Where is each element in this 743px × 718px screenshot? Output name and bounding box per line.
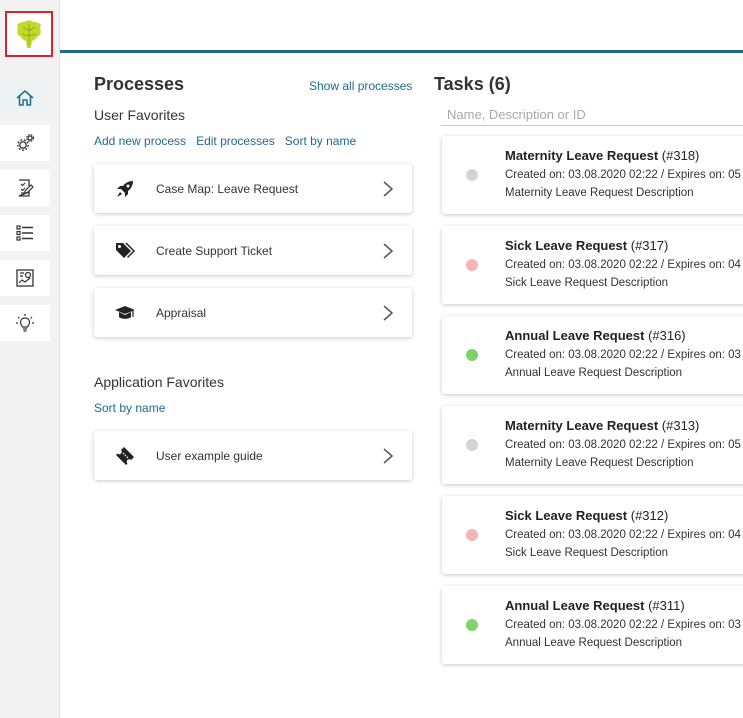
task-dates: Created on: 03.08.2020 02:22 / Expires o… — [505, 349, 741, 361]
task-description: Sick Leave Request Description — [505, 547, 668, 559]
task-id: (#311) — [648, 598, 685, 613]
top-header-bar — [60, 0, 743, 53]
sidebar-item-ideas[interactable] — [0, 305, 50, 341]
task-card[interactable]: Maternity Leave Request (#313) Created on… — [442, 406, 743, 484]
task-description: Maternity Leave Request Description — [505, 187, 694, 199]
process-card-case-map[interactable]: Case Map: Leave Request — [94, 164, 412, 213]
task-description: Sick Leave Request Description — [505, 277, 668, 289]
task-status-dot — [466, 619, 478, 631]
sort-by-name-link[interactable]: Sort by name — [285, 134, 356, 148]
task-id: (#317) — [630, 238, 669, 253]
graduation-cap-icon — [115, 305, 135, 319]
user-favorites-actions: Add new process Edit processes Sort by n… — [94, 134, 356, 148]
app-card-user-example-guide[interactable]: User example guide — [94, 431, 412, 480]
task-name: Sick Leave Request (#312) — [505, 508, 668, 523]
settings-gears-icon — [17, 133, 35, 151]
sidebar-item-statistics[interactable] — [0, 260, 50, 296]
process-label: Appraisal — [156, 305, 207, 320]
task-dates: Created on: 03.08.2020 02:22 / Expires o… — [505, 529, 741, 541]
task-card[interactable]: Annual Leave Request (#311) Created on: 0… — [442, 586, 743, 664]
tags-icon — [116, 242, 135, 258]
list-icon — [16, 225, 33, 241]
sidebar-item-cases[interactable] — [0, 215, 50, 251]
add-new-process-link[interactable]: Add new process — [94, 134, 186, 148]
task-id: (#318) — [661, 148, 700, 163]
processes-title: Processes — [94, 74, 185, 94]
task-title: Maternity Leave Request — [505, 148, 659, 163]
task-name: Maternity Leave Request (#313) — [505, 418, 699, 433]
task-title: Annual Leave Request — [505, 598, 645, 613]
rocket-icon — [117, 180, 133, 197]
chevron-right-icon — [383, 242, 394, 259]
task-id: (#312) — [630, 508, 669, 523]
task-dates: Created on: 03.08.2020 02:22 / Expires o… — [505, 259, 741, 271]
process-card-appraisal[interactable]: Appraisal — [94, 288, 412, 337]
process-card-support-ticket[interactable]: Create Support Ticket — [94, 226, 412, 275]
sidebar-item-processes[interactable] — [0, 125, 50, 161]
task-checklist-icon — [18, 179, 34, 197]
sidebar-item-home[interactable] — [0, 80, 50, 116]
task-card[interactable]: Maternity Leave Request (#318) Created on… — [442, 136, 743, 214]
task-status-dot — [466, 169, 478, 181]
sidebar-nav — [0, 80, 50, 350]
app-sort-by-name-link[interactable]: Sort by name — [94, 401, 165, 415]
task-name: Sick Leave Request (#317) — [505, 238, 668, 253]
task-title: Sick Leave Request — [505, 508, 628, 523]
ticket-icon — [116, 446, 134, 465]
task-title: Annual Leave Request — [505, 328, 645, 343]
task-status-dot — [466, 439, 478, 451]
task-card[interactable]: Sick Leave Request (#312) Created on: 03.… — [442, 496, 743, 574]
process-label: User example guide — [156, 448, 263, 463]
task-name: Maternity Leave Request (#318) — [505, 148, 699, 163]
process-label: Case Map: Leave Request — [156, 181, 299, 196]
edit-processes-link[interactable]: Edit processes — [196, 134, 275, 148]
dashboard-report-icon — [16, 269, 34, 287]
chevron-right-icon — [383, 304, 394, 321]
task-status-dot — [466, 529, 478, 541]
chevron-right-icon — [383, 447, 394, 464]
task-search-input[interactable] — [441, 104, 743, 126]
task-dates: Created on: 03.08.2020 02:22 / Expires o… — [505, 619, 741, 631]
task-description: Annual Leave Request Description — [505, 367, 683, 379]
task-card[interactable]: Sick Leave Request (#317) Created on: 03.… — [442, 226, 743, 304]
task-status-dot — [466, 259, 478, 271]
task-name: Annual Leave Request (#311) — [505, 598, 685, 613]
sidebar — [0, 0, 60, 718]
task-id: (#313) — [661, 418, 700, 433]
task-card[interactable]: Annual Leave Request (#316) Created on: 0… — [442, 316, 743, 394]
show-all-processes-link[interactable]: Show all processes — [309, 79, 412, 93]
task-status-dot — [466, 349, 478, 361]
user-favorites-heading: User Favorites — [94, 107, 186, 123]
process-label: Create Support Ticket — [156, 243, 273, 258]
app-logo[interactable] — [5, 11, 53, 57]
application-favorites-actions: Sort by name — [94, 401, 165, 415]
sidebar-item-tasks[interactable] — [0, 170, 50, 206]
home-icon — [16, 90, 34, 106]
task-description: Annual Leave Request Description — [505, 637, 683, 649]
tasks-title: Tasks (6) — [434, 74, 511, 94]
task-dates: Created on: 03.08.2020 02:22 / Expires o… — [505, 169, 741, 181]
leaf-logo-icon — [17, 20, 41, 48]
task-title: Sick Leave Request — [505, 238, 628, 253]
application-favorites-heading: Application Favorites — [94, 374, 224, 390]
task-description: Maternity Leave Request Description — [505, 457, 694, 469]
chevron-right-icon — [383, 180, 394, 197]
task-dates: Created on: 03.08.2020 02:22 / Expires o… — [505, 439, 741, 451]
task-id: (#316) — [648, 328, 686, 343]
task-name: Annual Leave Request (#316) — [505, 328, 686, 343]
lightbulb-icon — [16, 314, 34, 332]
task-title: Maternity Leave Request — [505, 418, 659, 433]
